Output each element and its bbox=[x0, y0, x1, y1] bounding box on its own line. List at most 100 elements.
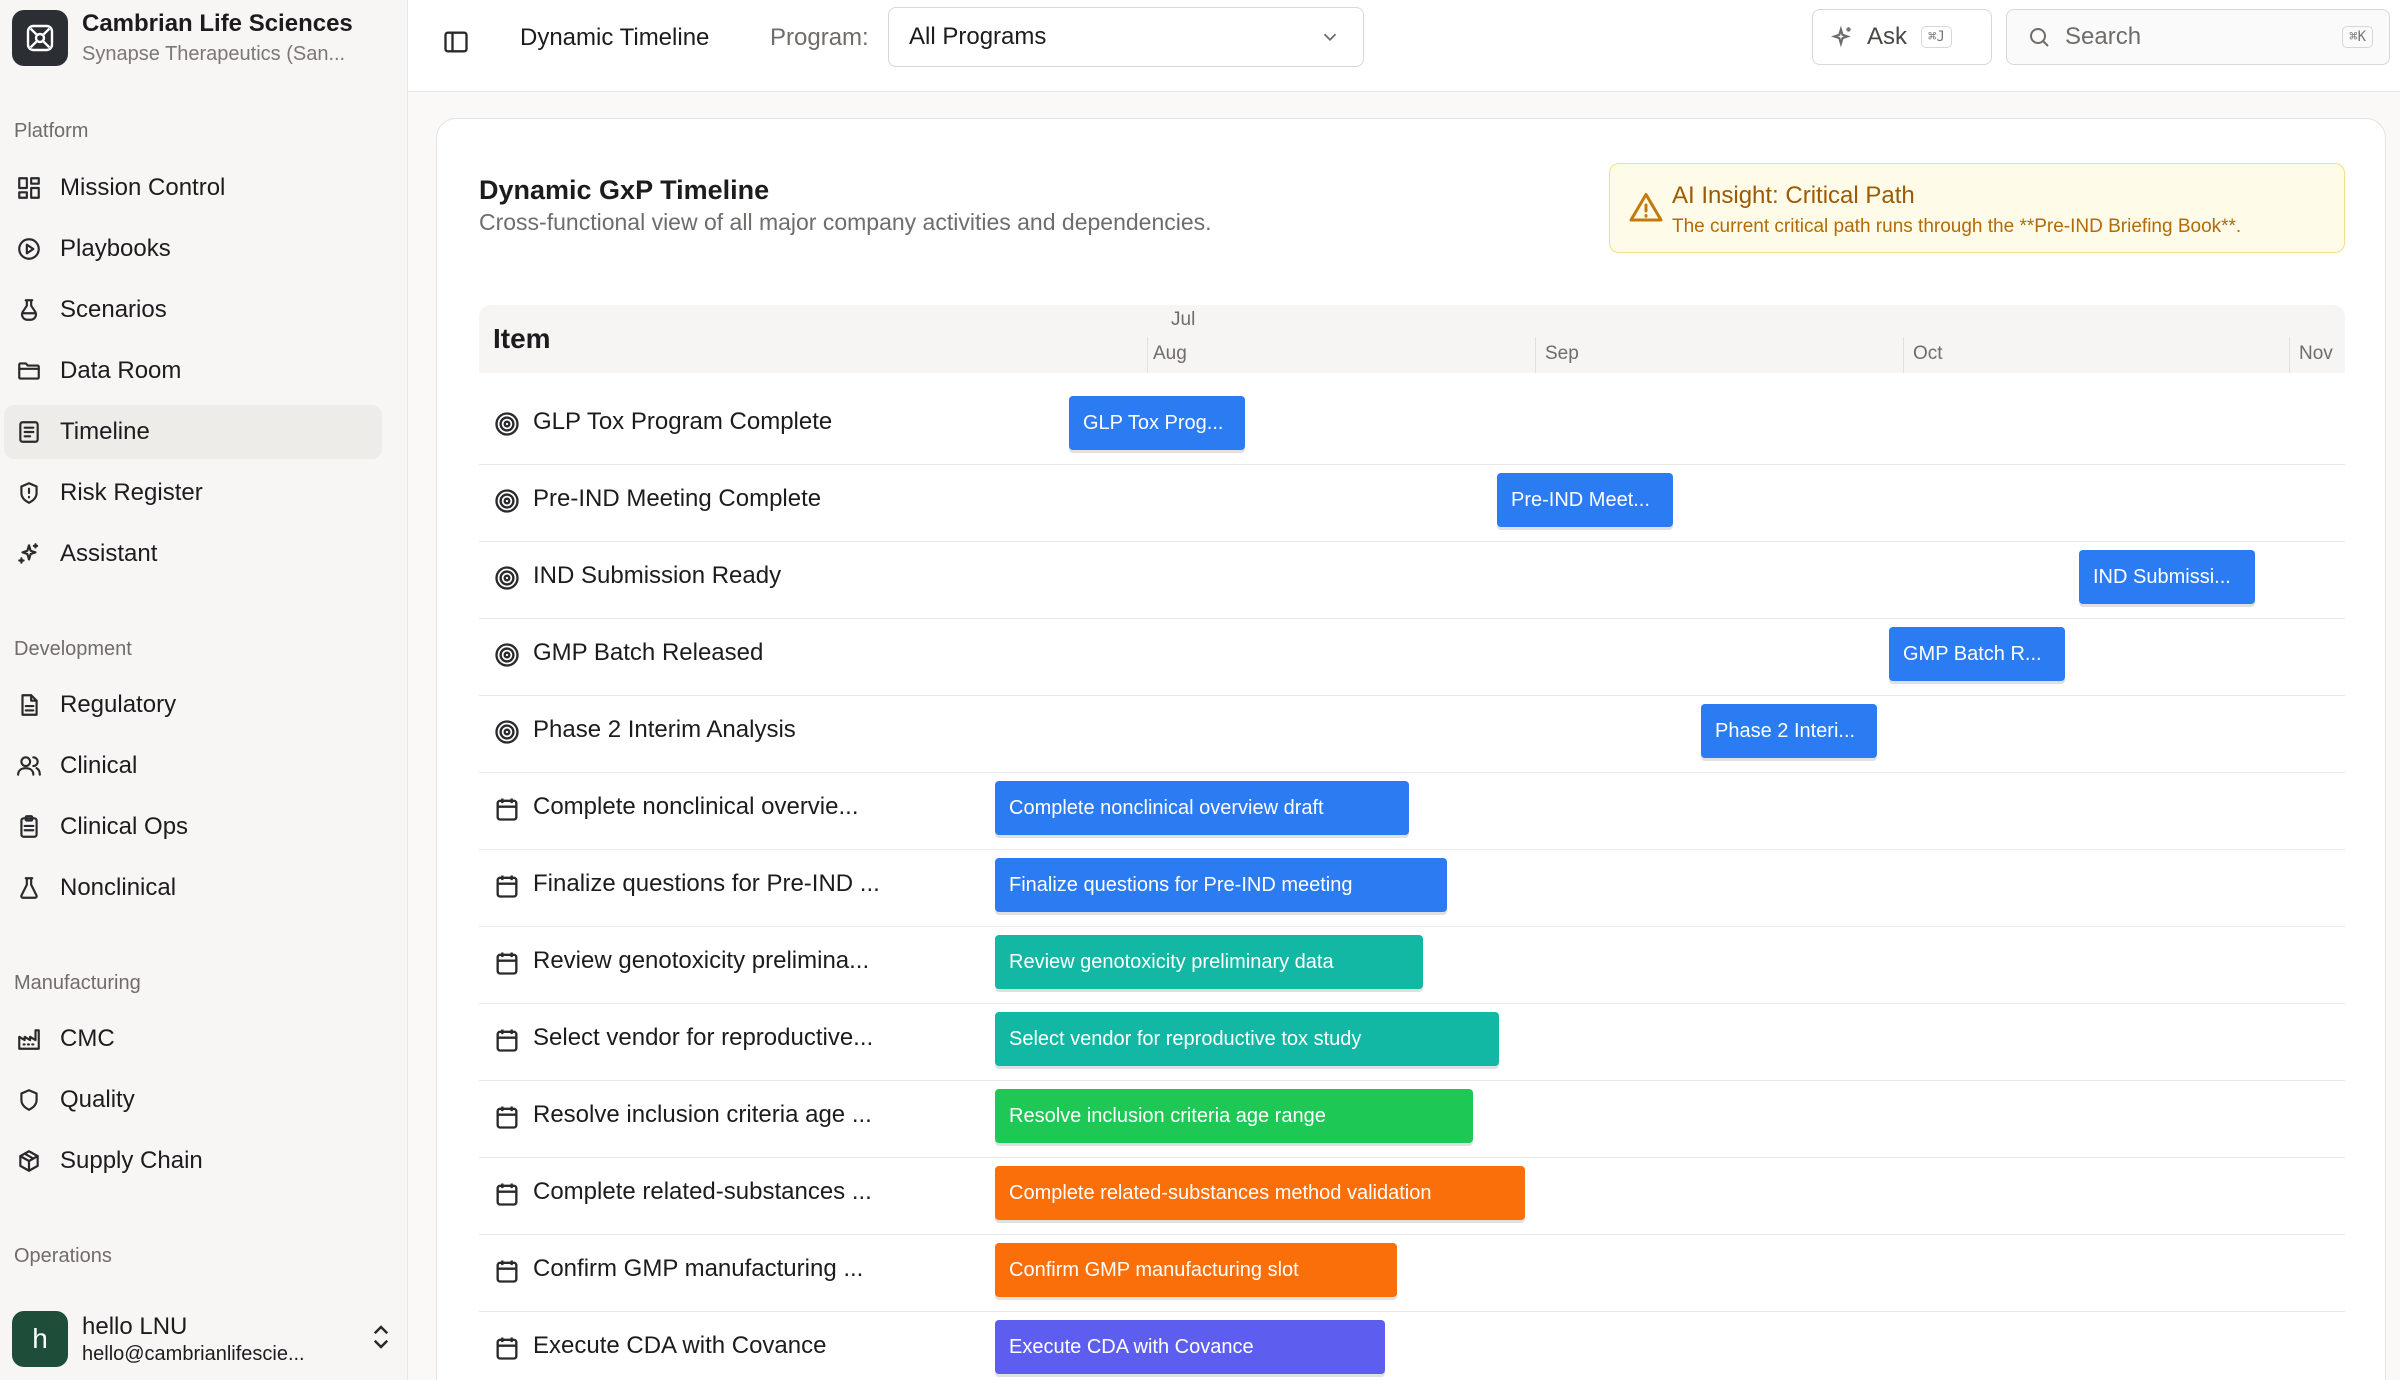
sidebar-item-assistant[interactable]: Assistant bbox=[4, 527, 382, 581]
warning-icon bbox=[1629, 193, 1663, 222]
tick-label: Aug bbox=[1153, 343, 1187, 364]
calendar-icon bbox=[493, 949, 521, 977]
timeline-row[interactable]: Pre-IND Meeting Complete Pre-IND Meet... bbox=[479, 465, 2345, 542]
timeline-bar[interactable]: Complete related-substances method valid… bbox=[995, 1166, 1525, 1220]
org-subtitle: Synapse Therapeutics (San... bbox=[82, 43, 346, 66]
sidebar: Cambrian Life Sciences Synapse Therapeut… bbox=[0, 0, 408, 1380]
timeline-row[interactable]: Confirm GMP manufacturing ... Confirm GM… bbox=[479, 1235, 2345, 1312]
timeline-card: Dynamic GxP Timeline Cross-functional vi… bbox=[436, 118, 2386, 1380]
ai-insight-banner: AI Insight: Critical Path The current cr… bbox=[1609, 163, 2345, 253]
sidebar-item-mission-control[interactable]: Mission Control bbox=[4, 161, 382, 215]
row-label: Phase 2 Interim Analysis bbox=[533, 716, 796, 743]
sidebar-item-timeline[interactable]: Timeline bbox=[4, 405, 382, 459]
timeline-row[interactable]: Select vendor for reproductive... Select… bbox=[479, 1004, 2345, 1081]
timeline-row[interactable]: Finalize questions for Pre-IND ... Final… bbox=[479, 850, 2345, 927]
timeline-row[interactable]: Execute CDA with Covance Execute CDA wit… bbox=[479, 1312, 2345, 1380]
timeline-bar[interactable]: Finalize questions for Pre-IND meeting bbox=[995, 858, 1447, 912]
search-shortcut: ⌘K bbox=[2342, 26, 2373, 48]
timeline-row[interactable]: Resolve inclusion criteria age ... Resol… bbox=[479, 1081, 2345, 1158]
sidebar-item-risk-register[interactable]: Risk Register bbox=[4, 466, 382, 520]
timeline-bar[interactable]: GLP Tox Prog... bbox=[1069, 396, 1245, 450]
calendar-icon bbox=[493, 1257, 521, 1285]
timeline-bar[interactable]: Pre-IND Meet... bbox=[1497, 473, 1673, 527]
timeline-row[interactable]: Complete nonclinical overvie... Complete… bbox=[479, 773, 2345, 850]
timeline-bar[interactable]: Execute CDA with Covance bbox=[995, 1320, 1385, 1374]
timeline-header: Item Jul Aug Sep Oct Nov bbox=[479, 305, 2345, 373]
tick-divider bbox=[1535, 337, 1536, 373]
calendar-icon bbox=[493, 1334, 521, 1362]
sidebar-item-scenarios[interactable]: Scenarios bbox=[4, 283, 382, 337]
tick-label: Oct bbox=[1913, 343, 1943, 364]
sidebar-item-supply-chain[interactable]: Supply Chain bbox=[4, 1134, 382, 1188]
org-name: Cambrian Life Sciences bbox=[82, 9, 353, 37]
timeline-bar[interactable]: Review genotoxicity preliminary data bbox=[995, 935, 1423, 989]
sidebar-item-label: Nonclinical bbox=[60, 874, 177, 901]
calendar-icon bbox=[493, 1103, 521, 1131]
row-label: Complete nonclinical overvie... bbox=[533, 793, 859, 820]
section-platform: Platform bbox=[14, 120, 89, 142]
sidebar-item-label: Timeline bbox=[60, 418, 150, 445]
ask-label: Ask bbox=[1867, 23, 1908, 50]
sidebar-item-label: Assistant bbox=[60, 540, 158, 567]
row-label: Complete related-substances ... bbox=[533, 1178, 872, 1205]
timeline-bar[interactable]: GMP Batch R... bbox=[1889, 627, 2065, 681]
sidebar-item-clinical-ops[interactable]: Clinical Ops bbox=[4, 800, 382, 854]
calendar-icon bbox=[493, 795, 521, 823]
sidebar-item-data-room[interactable]: Data Room bbox=[4, 344, 382, 398]
row-label: GMP Batch Released bbox=[533, 639, 764, 666]
timeline-bar[interactable]: Confirm GMP manufacturing slot bbox=[995, 1243, 1397, 1297]
row-label: Review genotoxicity prelimina... bbox=[533, 947, 870, 974]
list-icon bbox=[14, 417, 44, 447]
page-title: Dynamic GxP Timeline bbox=[479, 175, 770, 205]
sidebar-item-nonclinical[interactable]: Nonclinical bbox=[4, 861, 382, 915]
sidebar-toggle-icon[interactable] bbox=[438, 24, 474, 60]
sidebar-item-playbooks[interactable]: Playbooks bbox=[4, 222, 382, 276]
timeline-bar[interactable]: Select vendor for reproductive tox study bbox=[995, 1012, 1499, 1066]
sidebar-item-label: Quality bbox=[60, 1086, 135, 1113]
row-label: Select vendor for reproductive... bbox=[533, 1024, 874, 1051]
sidebar-item-label: Clinical Ops bbox=[60, 813, 189, 840]
target-icon bbox=[493, 641, 521, 669]
top-bar: Dynamic Timeline Program: All Programs A… bbox=[408, 0, 2400, 92]
avatar: h bbox=[12, 1311, 68, 1367]
timeline-row[interactable]: IND Submission Ready IND Submissi... bbox=[479, 542, 2345, 619]
play-circle-icon bbox=[14, 234, 44, 264]
ask-button[interactable]: Ask ⌘J bbox=[1812, 9, 1992, 65]
search-placeholder: Search bbox=[2065, 23, 2142, 50]
beaker-icon bbox=[14, 873, 44, 903]
search-input[interactable]: Search ⌘K bbox=[2006, 9, 2390, 65]
sidebar-item-cmc[interactable]: CMC bbox=[4, 1012, 382, 1066]
timeline-row[interactable]: Phase 2 Interim Analysis Phase 2 Interi.… bbox=[479, 696, 2345, 773]
row-label: Resolve inclusion criteria age ... bbox=[533, 1101, 872, 1128]
org-switcher[interactable]: Cambrian Life Sciences Synapse Therapeut… bbox=[12, 8, 392, 68]
timeline-row[interactable]: GLP Tox Program Complete GLP Tox Prog... bbox=[479, 388, 2345, 465]
user-email: hello@cambrianlifescie... bbox=[82, 1342, 305, 1365]
calendar-icon bbox=[493, 872, 521, 900]
sidebar-item-label: Mission Control bbox=[60, 174, 226, 201]
timeline-bar[interactable]: Complete nonclinical overview draft bbox=[995, 781, 1409, 835]
section-manufacturing: Manufacturing bbox=[14, 972, 141, 994]
sidebar-item-regulatory[interactable]: Regulatory bbox=[4, 678, 382, 732]
timeline-row[interactable]: Complete related-substances ... Complete… bbox=[479, 1158, 2345, 1235]
sidebar-item-clinical[interactable]: Clinical bbox=[4, 739, 382, 793]
timeline-bar[interactable]: Phase 2 Interi... bbox=[1701, 704, 1877, 758]
timeline-row[interactable]: Review genotoxicity prelimina... Review … bbox=[479, 927, 2345, 1004]
sidebar-item-quality[interactable]: Quality bbox=[4, 1073, 382, 1127]
target-icon bbox=[493, 718, 521, 746]
package-icon bbox=[14, 1146, 44, 1176]
tick-label: Nov bbox=[2299, 343, 2333, 364]
timeline-row[interactable]: GMP Batch Released GMP Batch R... bbox=[479, 619, 2345, 696]
shield-icon bbox=[14, 1085, 44, 1115]
program-select-value: All Programs bbox=[909, 23, 1047, 50]
program-select[interactable]: All Programs bbox=[888, 7, 1364, 67]
sidebar-item-label: Clinical bbox=[60, 752, 138, 779]
timeline-bar[interactable]: Resolve inclusion criteria age range bbox=[995, 1089, 1473, 1143]
tick-label: Sep bbox=[1545, 343, 1579, 364]
sidebar-item-label: Playbooks bbox=[60, 235, 171, 262]
timeline-bar[interactable]: IND Submissi... bbox=[2079, 550, 2255, 604]
breadcrumb: Dynamic Timeline bbox=[520, 24, 710, 51]
user-name: hello LNU bbox=[82, 1312, 188, 1340]
user-menu[interactable]: h hello LNU hello@cambrianlifescie... bbox=[12, 1308, 392, 1370]
tick-divider bbox=[1903, 337, 1904, 373]
sparkles-icon bbox=[1830, 25, 1851, 48]
